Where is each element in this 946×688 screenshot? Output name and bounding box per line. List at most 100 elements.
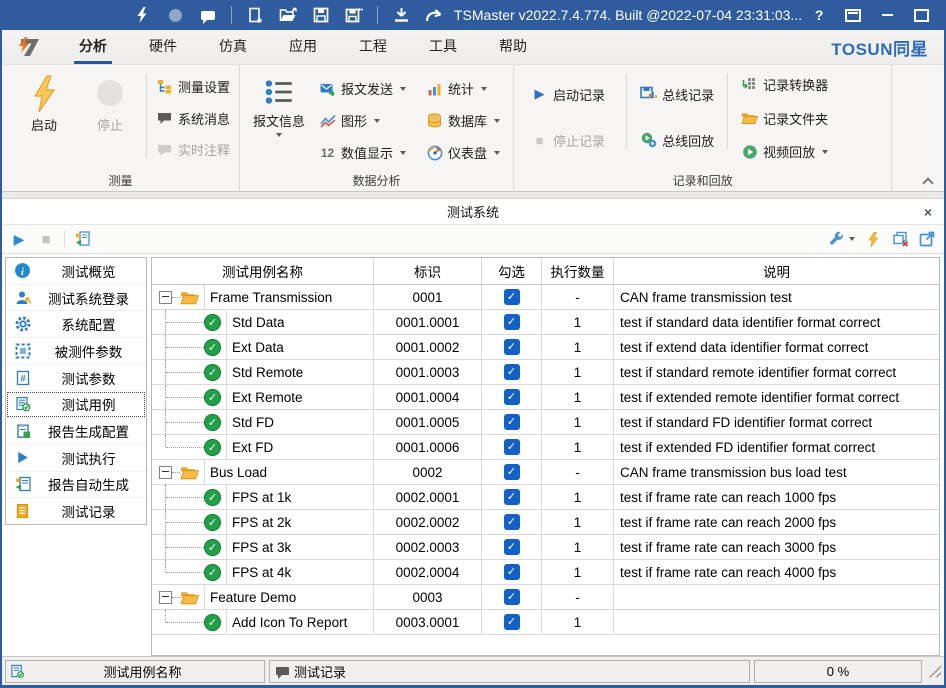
measure-setup-button[interactable]: 测量设置 <box>153 75 233 98</box>
tab-analysis[interactable]: 分析 <box>58 30 128 64</box>
row-checkbox[interactable]: ✓ <box>504 539 520 555</box>
clear-windows-button[interactable] <box>891 230 909 248</box>
maximize-button[interactable] <box>904 1 938 29</box>
tab-help[interactable]: 帮助 <box>478 30 548 64</box>
save-as-icon[interactable] <box>344 5 364 25</box>
tab-project[interactable]: 工程 <box>338 30 408 64</box>
frame-info-button[interactable]: 报文信息 <box>246 71 312 141</box>
case-desc: CAN frame transmission bus load test <box>614 460 939 484</box>
dropdown-icon <box>494 119 500 123</box>
save-icon[interactable] <box>311 5 331 25</box>
row-checkbox[interactable]: ✓ <box>504 439 520 455</box>
dropdown-icon[interactable] <box>849 237 855 241</box>
sidebar-item-auto-report[interactable]: 报告自动生成 <box>6 472 146 499</box>
tab-simulation[interactable]: 仿真 <box>198 30 268 64</box>
sidebar-item-test-cases[interactable]: 测试用例 <box>6 391 146 418</box>
start-measurement-icon[interactable] <box>132 5 152 25</box>
close-button[interactable]: × <box>938 1 946 29</box>
sidebar-item-login[interactable]: 测试系统登录 <box>6 285 146 312</box>
sidebar-item-dut-params[interactable]: 被测件参数 <box>6 338 146 365</box>
row-checkbox[interactable]: ✓ <box>504 614 520 630</box>
header-id[interactable]: 标识 <box>374 258 482 284</box>
table-row[interactable]: ✓FPS at 1k 0002.0001 ✓ 1 test if frame r… <box>152 485 939 510</box>
settings-wrench-button[interactable] <box>827 230 845 248</box>
system-message-button[interactable]: 系统消息 <box>153 107 233 130</box>
sidebar-item-overview[interactable]: i 测试概览 <box>6 258 146 285</box>
start-record-button[interactable]: ▶ 启动记录 <box>528 83 608 106</box>
table-row[interactable]: ✓FPS at 4k 0002.0004 ✓ 1 test if frame r… <box>152 560 939 585</box>
table-row[interactable]: ✓Std Remote 0001.0003 ✓ 1 test if standa… <box>152 360 939 385</box>
stop-button: 停止 <box>80 71 140 138</box>
database-button[interactable]: 数据库 <box>423 109 503 132</box>
graph-button[interactable]: 图形 <box>316 109 409 132</box>
row-checkbox[interactable]: ✓ <box>504 464 520 480</box>
generate-report-button[interactable] <box>74 230 92 248</box>
row-checkbox[interactable]: ✓ <box>504 314 520 330</box>
status-middle-text: 测试记录 <box>294 662 346 681</box>
sidebar-item-test-params[interactable]: # 测试参数 <box>6 365 146 392</box>
record-icon[interactable] <box>165 5 185 25</box>
header-desc[interactable]: 说明 <box>614 258 939 284</box>
row-checkbox[interactable]: ✓ <box>504 339 520 355</box>
table-row[interactable]: Bus Load 0002 ✓ - CAN frame transmission… <box>152 460 939 485</box>
record-folder-button[interactable]: 记录文件夹 <box>738 107 831 130</box>
start-button[interactable]: 启动 <box>14 71 74 138</box>
help-button[interactable]: ? <box>802 1 836 29</box>
row-checkbox[interactable]: ✓ <box>504 489 520 505</box>
stop-record-icon: ■ <box>531 132 548 148</box>
minimize-button[interactable] <box>870 1 904 29</box>
table-row[interactable]: ✓FPS at 2k 0002.0002 ✓ 1 test if frame r… <box>152 510 939 535</box>
table-row[interactable]: Frame Transmission 0001 ✓ - CAN frame tr… <box>152 285 939 310</box>
message-icon[interactable] <box>198 5 218 25</box>
dropdown-icon <box>481 87 487 91</box>
video-replay-button[interactable]: 视频回放 <box>738 140 831 163</box>
record-converter-button[interactable]: 记录转换器 <box>738 73 831 96</box>
dashboard-button[interactable]: 仪表盘 <box>423 141 503 164</box>
row-checkbox[interactable]: ✓ <box>504 364 520 380</box>
expand-toggle-icon[interactable] <box>159 591 172 604</box>
ribbon-collapse-icon[interactable] <box>923 176 932 185</box>
import-icon[interactable] <box>391 5 411 25</box>
header-check[interactable]: 勾选 <box>482 258 542 284</box>
redo-icon[interactable] <box>424 5 444 25</box>
pop-out-button[interactable] <box>918 230 936 248</box>
row-checkbox[interactable]: ✓ <box>504 589 520 605</box>
sidebar-item-test-execution[interactable]: 测试执行 <box>6 445 146 472</box>
sidebar-item-system-config[interactable]: 系统配置 <box>6 311 146 338</box>
new-project-icon[interactable] <box>245 5 265 25</box>
row-checkbox[interactable]: ✓ <box>504 514 520 530</box>
status-left-text: 测试用例名称 <box>25 662 260 681</box>
tab-hardware[interactable]: 硬件 <box>128 30 198 64</box>
row-checkbox[interactable]: ✓ <box>504 389 520 405</box>
numeric-display-button[interactable]: 12 数值显示 <box>316 141 409 164</box>
table-row[interactable]: ✓Ext FD 0001.0006 ✓ 1 test if extended F… <box>152 435 939 460</box>
expand-toggle-icon[interactable] <box>159 466 172 479</box>
panel-close-button[interactable]: × <box>924 199 932 224</box>
bus-replay-button[interactable]: 总线回放 <box>637 129 717 152</box>
tab-tools[interactable]: 工具 <box>408 30 478 64</box>
expand-toggle-icon[interactable] <box>159 291 172 304</box>
quick-run-button[interactable] <box>864 230 882 248</box>
table-row[interactable]: ✓Ext Remote 0001.0004 ✓ 1 test if extend… <box>152 385 939 410</box>
run-test-button[interactable]: ▶ <box>10 230 28 248</box>
row-checkbox[interactable]: ✓ <box>504 289 520 305</box>
tab-application[interactable]: 应用 <box>268 30 338 64</box>
statistics-button[interactable]: 统计 <box>423 77 503 100</box>
table-row[interactable]: ✓Std Data 0001.0001 ✓ 1 test if standard… <box>152 310 939 335</box>
bus-record-button[interactable]: 总线记录 <box>637 83 717 106</box>
resize-grip[interactable] <box>928 665 941 678</box>
sidebar-item-test-record[interactable]: 测试记录 <box>6 498 146 524</box>
row-checkbox[interactable]: ✓ <box>504 414 520 430</box>
frame-send-button[interactable]: 报文发送 <box>316 77 409 100</box>
header-name[interactable]: 测试用例名称 <box>152 258 374 284</box>
header-count[interactable]: 执行数量 <box>542 258 614 284</box>
table-row[interactable]: ✓Add Icon To Report 0003.0001 ✓ 1 <box>152 610 939 635</box>
table-row[interactable]: ✓Std FD 0001.0005 ✓ 1 test if standard F… <box>152 410 939 435</box>
table-row[interactable]: ✓Ext Data 0001.0002 ✓ 1 test if extend d… <box>152 335 939 360</box>
open-project-icon[interactable] <box>278 5 298 25</box>
row-checkbox[interactable]: ✓ <box>504 564 520 580</box>
sidebar-item-report-config[interactable]: 报告生成配置 <box>6 418 146 445</box>
dock-window-button[interactable] <box>836 1 870 29</box>
table-row[interactable]: ✓FPS at 3k 0002.0003 ✓ 1 test if frame r… <box>152 535 939 560</box>
table-row[interactable]: Feature Demo 0003 ✓ - <box>152 585 939 610</box>
